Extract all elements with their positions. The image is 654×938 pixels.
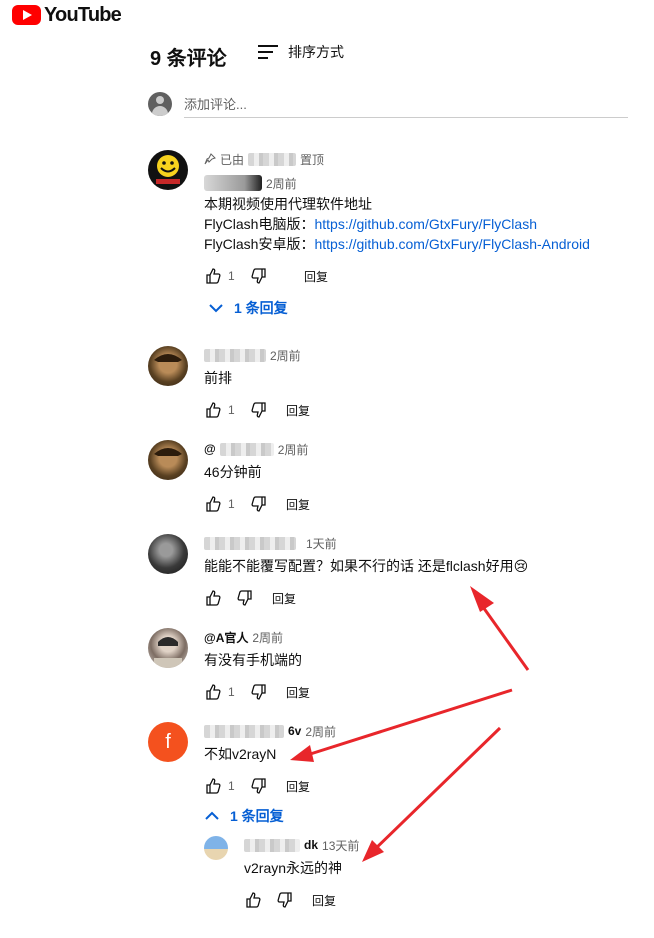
- annotation-arrow: [470, 586, 530, 671]
- annotation-arrows: [290, 586, 530, 862]
- annotation-arrow: [290, 688, 513, 762]
- annotation-arrow: [362, 726, 502, 862]
